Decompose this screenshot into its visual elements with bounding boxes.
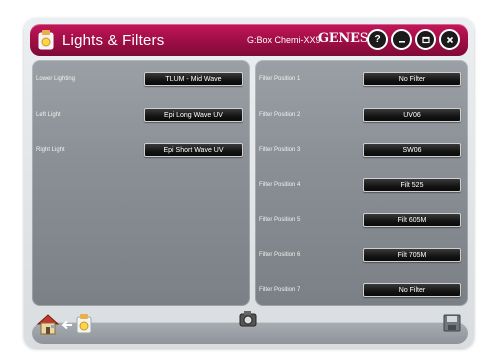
brand-bold: GENE [318,31,360,46]
filter-label-5: Filter Position 5 [259,217,301,223]
left-light-select[interactable]: Epi Long Wave UV [144,108,243,122]
right-light-select[interactable]: Epi Short Wave UV [144,143,243,157]
lighting-panel [32,60,250,306]
filter-label-7: Filter Position 7 [259,287,301,293]
filter-label-2: Filter Position 2 [259,112,301,118]
lower-lighting-select[interactable]: TLUM - Mid Wave [144,72,243,86]
help-label: ? [374,34,381,45]
help-button[interactable]: ? [367,29,388,50]
filter-position-1-select[interactable]: No Filter [363,72,461,86]
filter-label-4: Filter Position 4 [259,182,301,188]
filter-label-1: Filter Position 1 [259,76,301,82]
lighting-label-left: Left Light [36,112,61,118]
home-icon[interactable] [36,312,60,336]
filter-position-4-select[interactable]: Filt 525 [363,178,461,192]
filter-label-6: Filter Position 6 [259,252,301,258]
lights-filters-icon [38,30,54,50]
close-button[interactable] [439,29,460,50]
filter-position-3-select[interactable]: SW06 [363,143,461,157]
camera-icon[interactable] [238,310,258,328]
lighting-label-lower: Lower Lighting [36,76,76,82]
close-icon [446,36,453,43]
lights-filters-icon[interactable] [74,313,94,335]
filter-position-6-select[interactable]: Filt 705M [363,248,461,262]
page-title: Lights & Filters [62,32,165,49]
back-arrow-icon [61,320,72,330]
device-name: G:Box Chemi-XX9 [247,35,321,45]
restore-icon [421,36,430,43]
restore-button[interactable] [415,29,436,50]
filter-position-7-select[interactable]: No Filter [363,283,461,297]
lighting-label-right: Right Light [36,147,65,153]
lights-filters-window: Lights & Filters G:Box Chemi-XX9 GENESys… [0,0,482,360]
save-icon[interactable] [443,314,461,332]
filter-position-2-select[interactable]: UV06 [363,108,461,122]
minimize-icon [398,40,405,43]
filter-position-5-select[interactable]: Filt 605M [363,213,461,227]
filter-label-3: Filter Position 3 [259,147,301,153]
minimize-button[interactable] [391,29,412,50]
